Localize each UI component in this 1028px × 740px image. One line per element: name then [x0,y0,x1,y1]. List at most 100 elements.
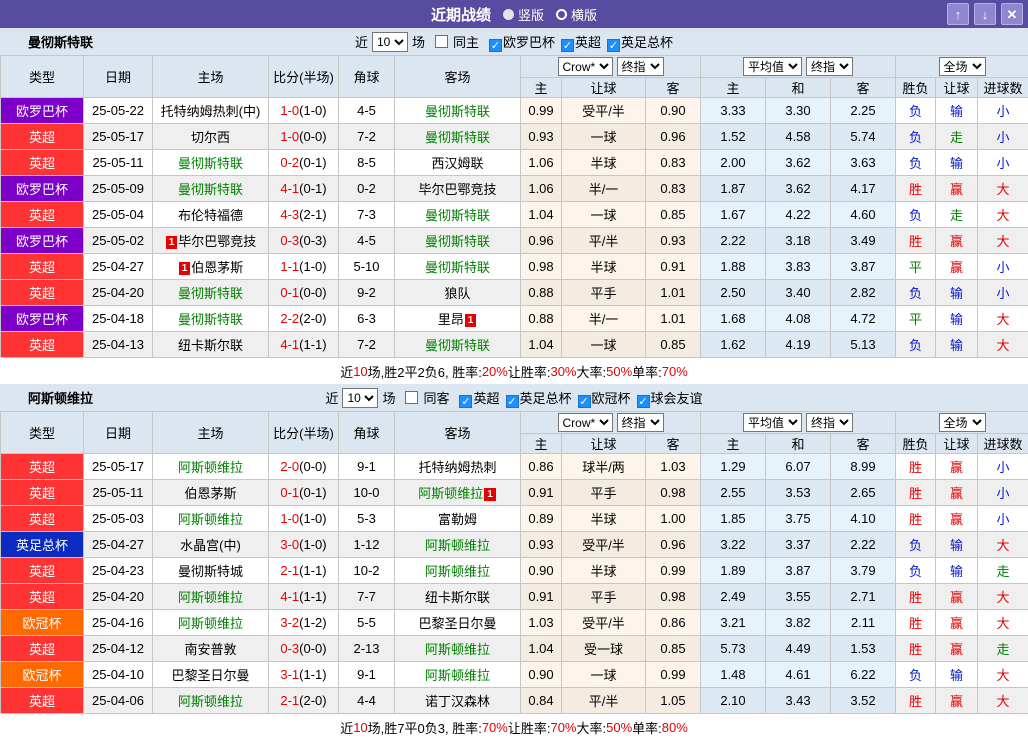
league-type-cell: 英超 [1,558,84,584]
avg-company-select[interactable]: 平均值 [743,413,802,432]
team-name: 曼彻斯特联 [425,338,490,353]
league-checkbox[interactable]: ✓ [607,39,620,52]
score-cell: 3-1(1-1) [269,662,339,688]
avg-draw-odds: 3.18 [766,228,831,254]
result-goals: 大 [978,688,1028,714]
league-checkbox[interactable]: ✓ [561,39,574,52]
corner-cell: 10-0 [339,480,395,506]
home-team-cell: 阿斯顿维拉 [153,506,269,532]
avg-home-odds: 5.73 [701,636,766,662]
match-row: 英足总杯25-04-27水晶宫(中)3-0(1-0)1-12阿斯顿维拉0.93受… [1,532,1028,558]
result-winlose: 负 [896,150,936,176]
handicap-line: 平/半 [562,688,646,714]
handicap-odds-away: 0.85 [646,332,701,358]
handicap-line: 平手 [562,480,646,506]
aston-villa-matches-table: 类型 日期 主场 比分(半场) 角球 客场 Crow*终指 平均值终指 全场 主… [0,411,1028,714]
score-cell: 2-2(2-0) [269,306,339,332]
team-name: 毕尔巴鄂竞技 [178,234,256,249]
result-scope-select[interactable]: 全场 [939,57,986,76]
date-cell: 25-04-20 [84,280,153,306]
result-goals: 大 [978,332,1028,358]
radio-vertical-layout[interactable] [503,9,514,20]
avg-home-odds: 1.85 [701,506,766,532]
score-cell: 0-1(0-0) [269,280,339,306]
handicap-odds-home: 0.88 [521,306,562,332]
scroll-down-button[interactable]: ↓ [974,3,996,25]
league-checkbox[interactable]: ✓ [506,395,519,408]
match-row: 英超25-05-17切尔西1-0(0-0)7-2曼彻斯特联0.93一球0.961… [1,124,1028,150]
games-count-select[interactable]: 10 [342,388,378,408]
result-winlose: 胜 [896,480,936,506]
corner-cell: 8-5 [339,150,395,176]
odds-stage-select[interactable]: 终指 [617,413,664,432]
result-winlose: 负 [896,558,936,584]
corner-cell: 7-2 [339,332,395,358]
summary-text: 10 [353,364,367,379]
result-winlose: 平 [896,306,936,332]
away-team-cell: 曼彻斯特联 [395,332,521,358]
avg-company-select[interactable]: 平均值 [743,57,802,76]
avg-draw-odds: 3.30 [766,98,831,124]
summary-text: 大率: [577,362,607,381]
score-cell: 1-0(1-0) [269,506,339,532]
league-checkbox[interactable]: ✓ [578,395,591,408]
same-venue-checkbox[interactable] [435,35,448,48]
odds-company-select[interactable]: Crow* [558,413,613,432]
home-team-cell: 曼彻斯特联 [153,176,269,202]
team-name: 阿斯顿维拉 [418,486,483,501]
handicap-line: 一球 [562,332,646,358]
handicap-line: 平/半 [562,228,646,254]
result-handicap: 赢 [936,688,978,714]
fulltime-score: 2-1 [280,693,299,708]
corner-cell: 5-5 [339,610,395,636]
handicap-odds-away: 0.98 [646,584,701,610]
col-odds-away: 客 [646,78,701,98]
fulltime-score: 2-2 [280,311,299,326]
handicap-line: 受平/半 [562,532,646,558]
odds-company-select[interactable]: Crow* [558,57,613,76]
corner-cell: 6-3 [339,306,395,332]
scroll-up-button[interactable]: ↑ [947,3,969,25]
col-avg-home: 主 [701,78,766,98]
col-corner: 角球 [339,56,395,98]
games-label: 场 [412,32,425,51]
result-goals: 小 [978,254,1028,280]
radio-vertical-label[interactable]: 竖版 [518,5,544,24]
summary-text: 80% [662,720,688,735]
league-type-cell: 英超 [1,688,84,714]
league-checkbox[interactable]: ✓ [459,395,472,408]
fulltime-score: 3-2 [280,615,299,630]
team-name-heading: 阿斯顿维拉 [28,388,93,407]
avg-home-odds: 1.48 [701,662,766,688]
avg-away-odds: 2.82 [831,280,896,306]
league-type-cell: 英超 [1,454,84,480]
same-venue-checkbox[interactable] [405,391,418,404]
close-button[interactable]: ✕ [1001,3,1023,25]
handicap-line: 平手 [562,584,646,610]
radio-horizontal-label[interactable]: 横版 [571,5,597,24]
odds-stage-select[interactable]: 终指 [617,57,664,76]
league-checkbox[interactable]: ✓ [489,39,502,52]
result-goals: 大 [978,610,1028,636]
corner-cell: 2-13 [339,636,395,662]
radio-horizontal-layout[interactable] [556,9,567,20]
league-checkbox[interactable]: ✓ [637,395,650,408]
team-name: 曼彻斯特联 [425,130,490,145]
result-handicap: 赢 [936,610,978,636]
avg-stage-select[interactable]: 终指 [806,413,853,432]
avg-stage-select[interactable]: 终指 [806,57,853,76]
corner-cell: 10-2 [339,558,395,584]
avg-home-odds: 2.00 [701,150,766,176]
corner-cell: 4-4 [339,688,395,714]
result-scope-select[interactable]: 全场 [939,413,986,432]
corner-cell: 1-12 [339,532,395,558]
result-handicap: 赢 [936,454,978,480]
games-count-select[interactable]: 10 [372,32,408,52]
handicap-odds-home: 0.93 [521,532,562,558]
fulltime-score: 0-3 [280,641,299,656]
score-cell: 2-0(0-0) [269,454,339,480]
corner-cell: 9-1 [339,662,395,688]
league-type-cell: 欧冠杯 [1,610,84,636]
team-name: 阿斯顿维拉 [425,538,490,553]
result-handicap: 赢 [936,254,978,280]
